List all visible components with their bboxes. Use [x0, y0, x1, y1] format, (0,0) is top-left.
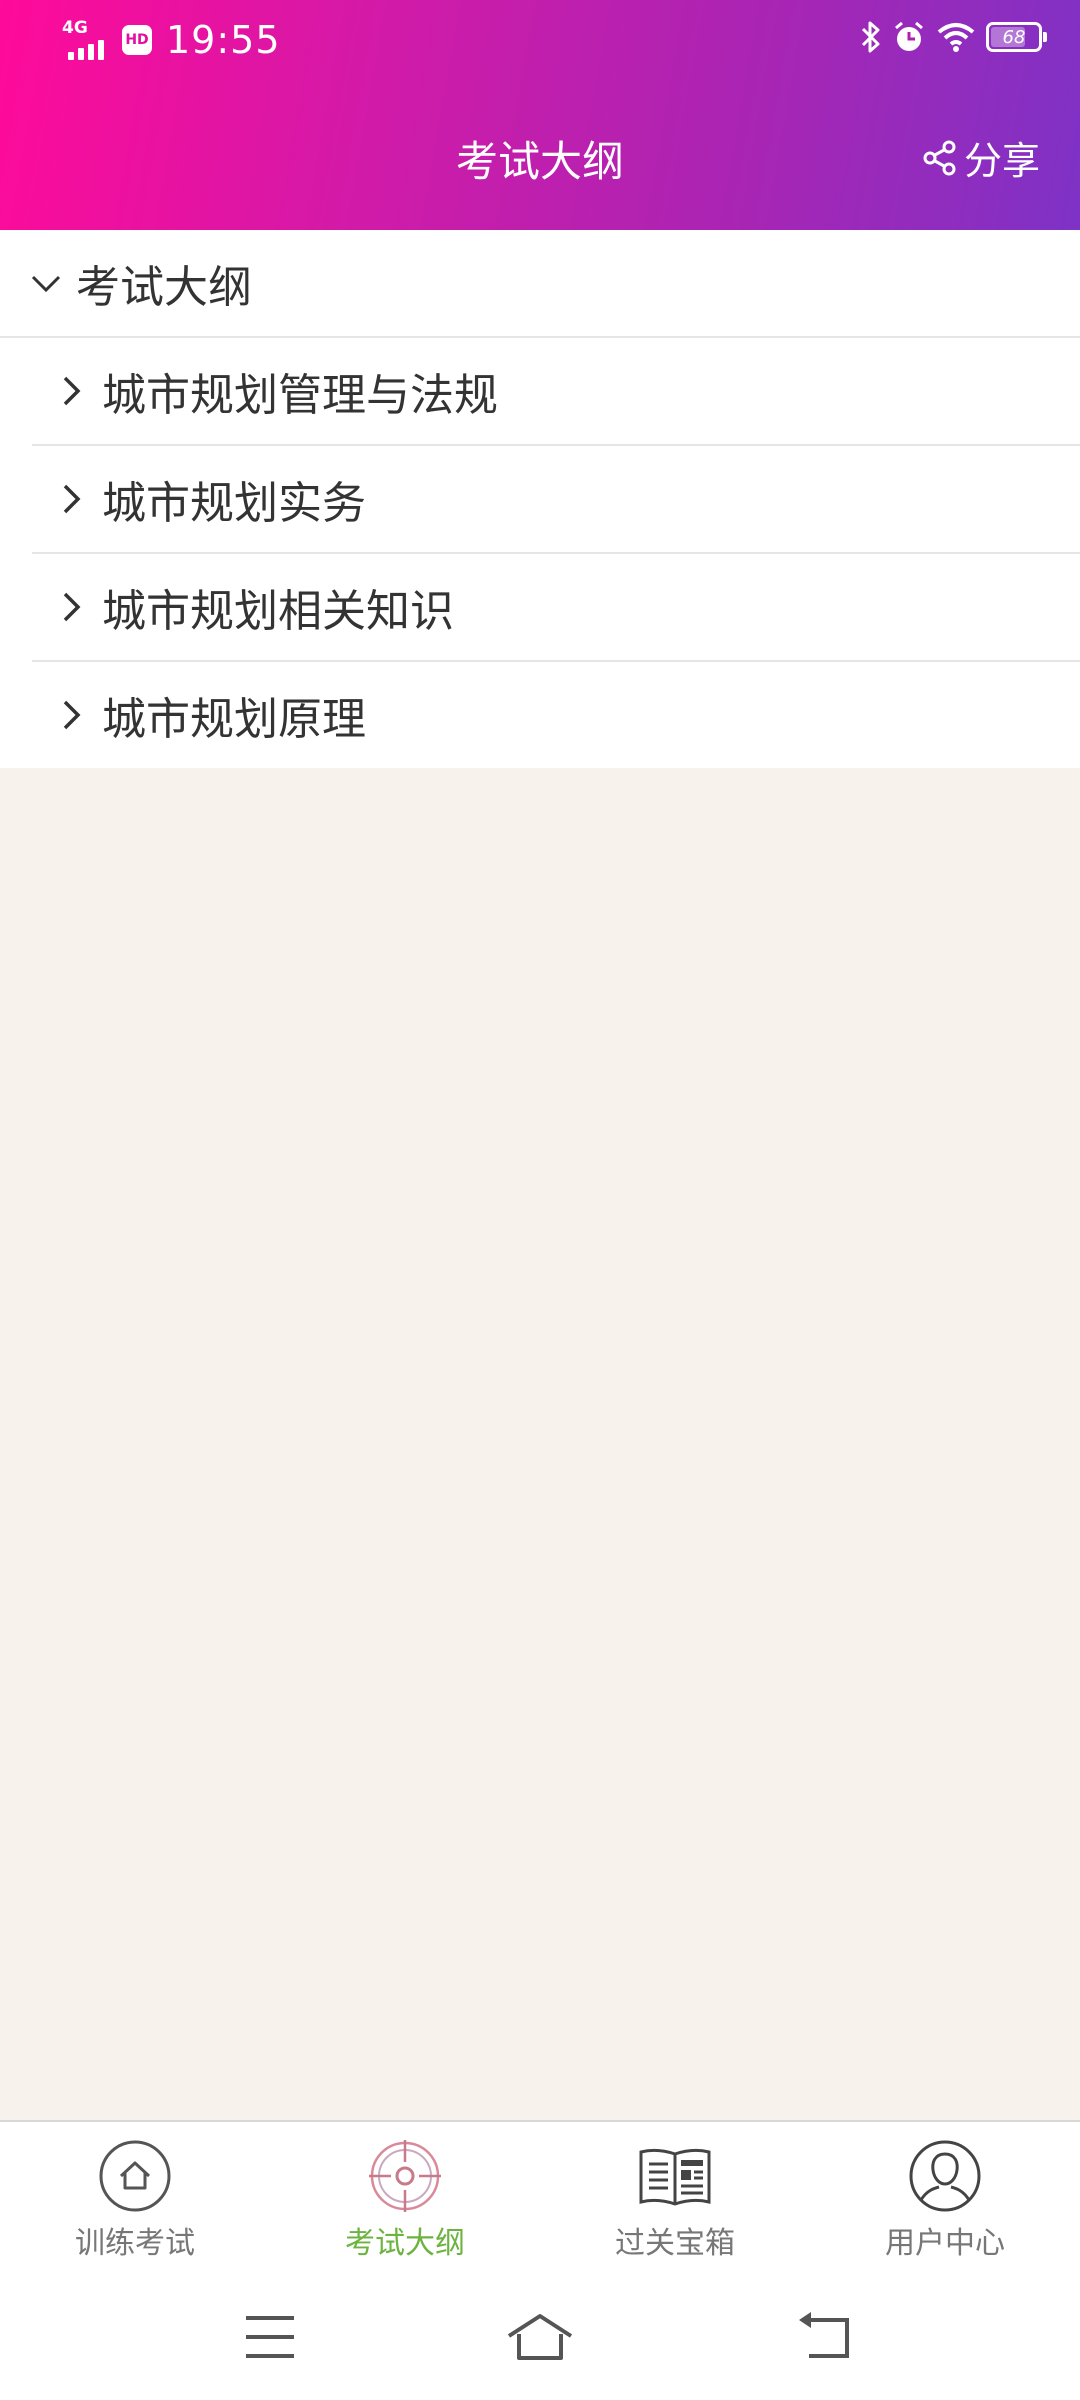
tab-exam-outline[interactable]: 考试大纲: [270, 2122, 540, 2272]
outline-item-label: 城市规划管理与法规: [102, 370, 498, 421]
tab-user-center[interactable]: 用户中心: [810, 2122, 1080, 2272]
outline-item[interactable]: 城市规划原理: [32, 662, 1080, 768]
outline-item[interactable]: 城市规划管理与法规: [32, 338, 1080, 446]
status-bar: 4G HD 19:55 68: [0, 0, 1080, 84]
outline-item-label: 城市规划相关知识: [102, 586, 454, 637]
outline-item-label: 城市规划原理: [102, 694, 366, 745]
app-header: 4G HD 19:55 68 考试大纲 分享: [0, 0, 1080, 230]
system-navigation-bar: [0, 2270, 1080, 2400]
share-label: 分享: [963, 139, 1040, 183]
menu-icon[interactable]: [240, 2310, 300, 2364]
outline-item-label: 城市规划实务: [102, 478, 366, 529]
share-icon: [923, 140, 956, 175]
outline-tree: 考试大纲 城市规划管理与法规 城市规划实务 城市规划相关知识 城市规划原理: [0, 230, 1080, 768]
battery-icon: 68: [986, 22, 1047, 52]
home-icon: [99, 2140, 171, 2212]
cellular-signal-icon: 4G: [62, 18, 108, 62]
alarm-icon: [895, 21, 923, 51]
home-nav-icon[interactable]: [505, 2310, 575, 2364]
user-icon: [909, 2140, 981, 2212]
back-icon[interactable]: [795, 2310, 855, 2364]
bottom-tab-bar: 训练考试 考试大纲 过关宝箱 用户中心: [0, 2120, 1080, 2272]
chevron-right-icon: [63, 484, 81, 514]
wifi-icon: [937, 23, 975, 52]
chevron-right-icon: [63, 700, 81, 730]
network-type: 4G: [62, 18, 88, 38]
tab-training-exam[interactable]: 训练考试: [0, 2122, 270, 2272]
share-button[interactable]: 分享: [922, 130, 1040, 185]
hd-icon: HD: [122, 25, 152, 55]
tab-label: 考试大纲: [345, 2226, 465, 2261]
chevron-right-icon: [63, 376, 81, 406]
outline-root[interactable]: 考试大纲: [0, 230, 1080, 338]
outline-root-label: 考试大纲: [76, 262, 252, 313]
bluetooth-icon: [861, 21, 880, 53]
chevron-right-icon: [63, 592, 81, 622]
outline-item[interactable]: 城市规划实务: [32, 446, 1080, 554]
chevron-down-icon: [31, 275, 61, 293]
page-title: 考试大纲: [455, 137, 624, 186]
tab-label: 过关宝箱: [615, 2226, 735, 2261]
outline-item[interactable]: 城市规划相关知识: [32, 554, 1080, 662]
tab-label: 用户中心: [885, 2226, 1005, 2261]
status-time: 19:55: [166, 18, 281, 62]
tab-pass-treasure[interactable]: 过关宝箱: [540, 2122, 810, 2272]
tab-label: 训练考试: [75, 2226, 195, 2261]
target-icon: [369, 2140, 441, 2212]
battery-level: 68: [1002, 26, 1026, 48]
newspaper-icon: [639, 2148, 711, 2206]
